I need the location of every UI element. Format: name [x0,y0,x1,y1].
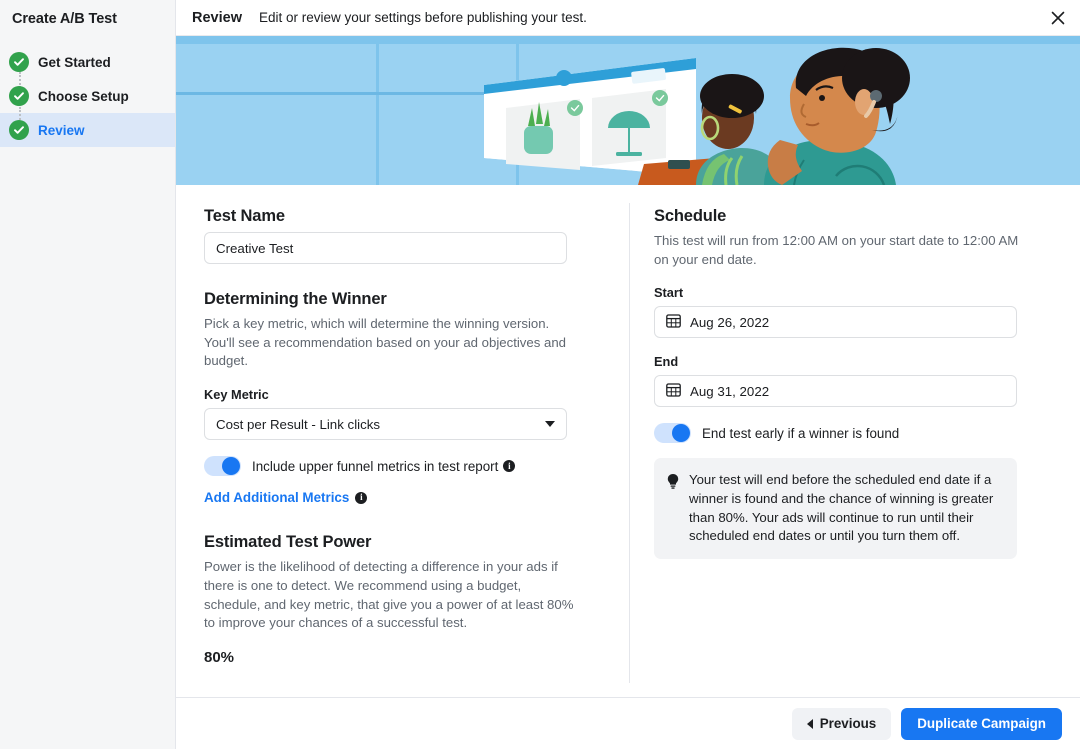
schedule-notice-text: Your test will end before the scheduled … [689,472,994,544]
upper-funnel-toggle-row: Include upper funnel metrics in test rep… [204,456,629,477]
check-circle-icon [9,86,29,106]
lightbulb-icon [666,471,680,545]
sidebar-item-label: Review [38,122,85,138]
estimated-test-power-description: Power is the likelihood of detecting a d… [204,559,574,631]
chevron-down-icon [545,421,555,428]
sidebar-item-get-started[interactable]: Get Started [0,45,175,79]
end-date-value: Aug 31, 2022 [690,383,770,399]
sidebar-item-choose-setup[interactable]: Choose Setup [0,79,175,113]
add-additional-metrics-link[interactable]: Add Additional Metrics [204,490,349,505]
footer-bar: Previous Duplicate Campaign [176,697,1080,749]
sidebar-title: Create A/B Test [12,11,117,27]
left-column: Test Name Creative Test Determining the … [176,185,629,697]
sidebar-item-label: Choose Setup [38,88,129,104]
previous-button[interactable]: Previous [791,707,892,740]
schedule-notice: Your test will end before the scheduled … [654,458,1017,559]
schedule-description: This test will run from 12:00 AM on your… [654,233,1019,267]
toggle-knob [222,457,240,476]
toggle-knob [672,424,690,443]
test-name-heading: Test Name [204,207,285,225]
upper-funnel-toggle-label: Include upper funnel metrics in test rep… [252,458,499,474]
calendar-icon [666,313,681,331]
hero-illustration [176,36,1080,185]
chevron-left-icon [806,718,813,729]
right-column: Schedule This test will run from 12:00 A… [630,185,1080,697]
sidebar: Create A/B Test Get Started Choose Setup [0,0,176,749]
end-early-toggle-row: End test early if a winner is found [654,423,1044,444]
page-title: Review [192,9,242,26]
info-icon[interactable]: i [503,460,516,473]
check-circle-icon [9,52,29,72]
determining-winner-heading: Determining the Winner [204,290,387,308]
page-subtitle: Edit or review your settings before publ… [258,10,587,25]
determining-winner-description: Pick a key metric, which will determine … [204,316,566,369]
info-icon[interactable]: i [355,491,368,504]
end-early-toggle-label: End test early if a winner is found [702,425,900,441]
upper-funnel-toggle-label-wrap: Include upper funnel metrics in test rep… [252,458,516,474]
previous-button-label: Previous [819,716,877,731]
key-metric-select[interactable]: Cost per Result - Link clicks [204,408,567,441]
step-list: Get Started Choose Setup Review [0,45,175,147]
key-metric-label: Key Metric [204,387,269,403]
sidebar-item-review[interactable]: Review [0,113,175,147]
estimated-test-power-heading: Estimated Test Power [204,533,372,552]
start-date-label: Start [654,285,684,301]
end-early-toggle[interactable] [654,423,691,444]
end-date-input[interactable]: Aug 31, 2022 [654,375,1017,408]
test-name-value: Creative Test [216,240,294,256]
main-panel: Review Edit or review your settings befo… [176,0,1080,749]
topbar: Review Edit or review your settings befo… [176,0,1080,36]
estimated-test-power-value: 80% [204,648,235,666]
start-date-value: Aug 26, 2022 [690,314,770,330]
sidebar-item-label: Get Started [38,54,111,70]
ab-test-wizard: Create A/B Test Get Started Choose Setup [0,0,1080,749]
add-metrics-row: Add Additional Metrics i [204,490,629,505]
schedule-heading: Schedule [654,207,727,225]
upper-funnel-toggle[interactable] [204,456,241,477]
check-circle-icon [9,120,29,140]
test-name-input[interactable]: Creative Test [204,232,567,264]
start-date-input[interactable]: Aug 26, 2022 [654,306,1017,339]
calendar-icon [666,382,681,400]
close-icon[interactable] [1044,4,1072,32]
duplicate-campaign-label: Duplicate Campaign [917,716,1046,731]
end-date-label: End [654,354,679,370]
duplicate-campaign-button[interactable]: Duplicate Campaign [901,707,1062,740]
key-metric-value: Cost per Result - Link clicks [216,416,381,432]
content-area: Test Name Creative Test Determining the … [176,185,1080,697]
